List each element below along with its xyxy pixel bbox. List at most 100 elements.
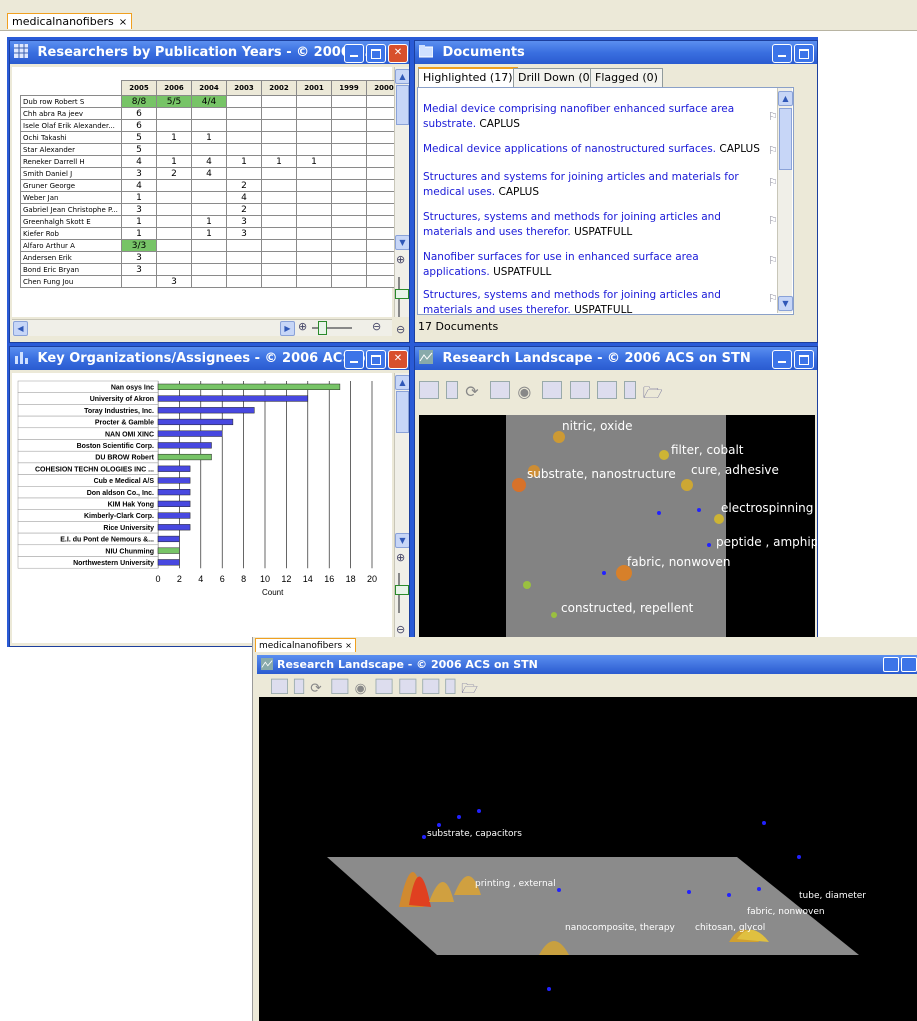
category-label[interactable]: Nan osys Inc [111,385,154,392]
table-row[interactable]: Chh abra Ra jeev 6 [20,107,402,120]
documents-titlebar[interactable]: Documents [415,41,817,64]
count-cell[interactable]: 6 [121,119,157,132]
count-cell[interactable]: 4/4 [191,95,227,108]
landscape-doc-tab[interactable]: medicalnanofibers × [255,638,356,652]
researcher-name[interactable]: Bond Eric Bryan [20,263,122,276]
count-cell[interactable] [296,191,332,204]
selection-tool-icon[interactable] [419,380,439,399]
category-label[interactable]: Procter & Gamble [95,420,154,427]
count-cell[interactable]: 4 [191,155,227,168]
count-cell[interactable]: 3 [121,203,157,216]
count-cell[interactable]: 4 [121,155,157,168]
count-cell[interactable] [226,131,262,144]
bar[interactable] [157,383,341,390]
count-cell[interactable]: 6 [121,107,157,120]
count-cell[interactable] [156,263,192,276]
count-cell[interactable]: 3 [121,251,157,264]
count-cell[interactable] [261,203,297,216]
count-cell[interactable] [331,275,367,288]
count-cell[interactable] [191,239,227,252]
count-cell[interactable] [261,143,297,156]
scroll-down-icon[interactable]: ▼ [395,533,409,548]
count-cell[interactable] [191,251,227,264]
count-cell[interactable] [261,227,297,240]
count-cell[interactable] [191,191,227,204]
count-cell[interactable] [296,167,332,180]
count-cell[interactable]: 1 [191,131,227,144]
bar[interactable] [157,547,180,554]
count-cell[interactable]: 1 [156,155,192,168]
count-cell[interactable] [226,167,262,180]
researcher-name[interactable]: Kiefer Rob [20,227,122,240]
researcher-name[interactable]: Isele Olaf Erik Alexander... [20,119,122,132]
dropdown-arrow-icon[interactable] [445,678,456,694]
count-cell[interactable] [296,203,332,216]
scroll-thumb[interactable] [396,391,409,433]
dropdown-arrow-icon[interactable] [446,380,459,399]
researchers-vscroll[interactable]: ▲ ▼ ⊕ ⊖ [394,67,409,336]
researcher-name[interactable]: Gruner George [20,179,122,192]
year-header[interactable]: 2005 [121,80,157,96]
bar[interactable] [157,453,212,461]
maximize-button[interactable] [366,44,386,63]
researcher-name[interactable]: Smith Daniel J [20,167,122,180]
zoom-slider-handle[interactable] [395,289,409,299]
bar[interactable] [157,512,191,519]
researcher-name[interactable]: Andersen Erik [20,251,122,264]
count-cell[interactable]: 1 [121,227,157,240]
table-row[interactable]: Bond Eric Bryan 3 [20,263,402,276]
count-cell[interactable] [261,131,297,144]
document-title[interactable]: Medical device applications of nanostruc… [423,143,716,155]
table-row[interactable]: Alfaro Arthur A 3/3 [20,239,402,252]
bar[interactable] [157,465,191,472]
count-cell[interactable] [261,239,297,252]
count-cell[interactable] [226,263,262,276]
scroll-thumb[interactable] [396,85,409,125]
count-cell[interactable] [191,119,227,132]
count-cell[interactable] [296,251,332,264]
document-title[interactable]: Nanofiber surfaces for use in enhanced s… [423,251,699,278]
count-cell[interactable]: 1 [191,215,227,228]
open-folder-icon[interactable]: 🗁 [643,382,663,402]
close-button[interactable]: ✕ [388,44,408,63]
documents-vscroll[interactable]: ▲ ▼ [777,88,793,313]
count-cell[interactable] [296,95,332,108]
count-cell[interactable] [331,227,367,240]
label-icon[interactable] [542,380,563,399]
count-cell[interactable] [331,239,367,252]
count-cell[interactable] [331,191,367,204]
minimize-button[interactable] [344,44,364,63]
count-cell[interactable] [156,119,192,132]
label-icon[interactable] [375,678,393,694]
count-cell[interactable]: 1 [296,155,332,168]
bar[interactable] [157,407,255,414]
maximize-button[interactable] [794,44,814,63]
table-row[interactable]: Weber Jan 1 4 [20,191,402,204]
count-cell[interactable]: 1 [121,215,157,228]
document-item[interactable]: Nanofiber surfaces for use in enhanced s… [423,250,763,280]
maximize-button[interactable] [366,350,386,369]
contour-icon[interactable] [569,380,590,399]
table-row[interactable]: Isele Olaf Erik Alexander... 6 [20,119,402,132]
dropdown-arrow-icon[interactable] [294,678,305,694]
scroll-down-icon[interactable]: ▼ [395,235,409,250]
year-header[interactable]: 2003 [226,80,262,96]
count-cell[interactable] [261,191,297,204]
count-cell[interactable] [156,143,192,156]
bar[interactable] [157,524,191,531]
researcher-name[interactable]: Chen Fung Jou [20,275,122,288]
category-label[interactable]: E.I. du Pont de Nemours &... [60,537,154,544]
category-label[interactable]: Kimberly-Clark Corp. [84,513,154,520]
bar[interactable] [157,500,191,507]
layers-icon[interactable] [490,380,511,399]
document-title[interactable]: Structures, systems and methods for join… [423,211,721,238]
count-cell[interactable]: 1 [121,191,157,204]
count-cell[interactable] [261,107,297,120]
table-row[interactable]: Andersen Erik 3 [20,251,402,264]
bar[interactable] [157,489,191,496]
count-cell[interactable] [261,251,297,264]
category-label[interactable]: University of Akron [90,396,154,403]
document-title[interactable]: Structures, systems and methods for join… [423,289,721,316]
zoom-in-icon[interactable]: ⊕ [396,253,405,266]
count-cell[interactable]: 3/3 [121,239,157,252]
